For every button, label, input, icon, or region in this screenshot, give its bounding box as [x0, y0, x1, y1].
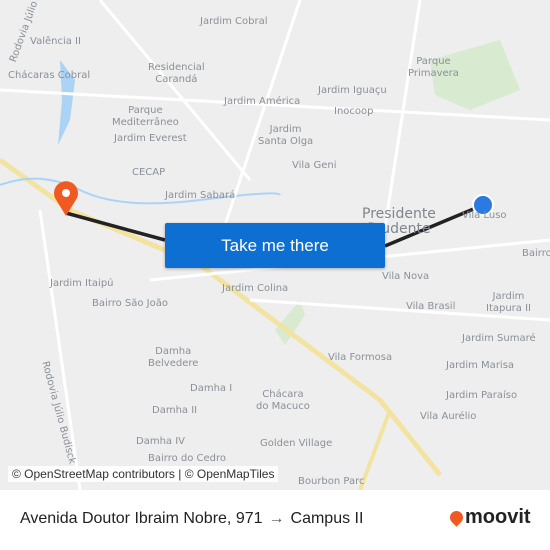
map-place-label: Jardim Sumaré: [462, 333, 536, 344]
moovit-logo: moovit: [447, 506, 531, 529]
map-place-label: Vila Geni: [292, 160, 337, 171]
destination-text: Campus II: [290, 510, 364, 527]
map-place-label: Jardim Itapura II: [486, 291, 531, 314]
map-place-label: Parque Mediterrâneo: [112, 105, 179, 128]
map-place-label: Damha IV: [136, 436, 186, 447]
map-place-label: Inocoop: [334, 106, 374, 117]
map-place-label: Jardim Itaipú: [50, 278, 114, 289]
map-place-label: Vila Formosa: [328, 352, 393, 363]
map-place-label: Chácaras Cobral: [8, 70, 91, 81]
map-place-label: Jardim Iguaçu: [318, 85, 387, 96]
map-place-label: Vila Brasil: [406, 301, 456, 312]
map-place-label: Jardim Colina: [222, 283, 289, 294]
map-place-label: Jardim Everest: [114, 133, 187, 144]
map-place-label: Bairro São João: [92, 298, 168, 309]
map-place-label: Jardim Paraíso: [446, 390, 518, 401]
map-place-label: Golden Village: [260, 438, 333, 449]
map-place-label: Bairro: [522, 248, 550, 259]
map-place-label: Vila Luso: [462, 210, 507, 221]
map-place-label: Jardim Sabará: [165, 190, 236, 201]
map-place-label: Damha I: [190, 383, 233, 394]
map-place-label: Parque Primavera: [408, 56, 459, 79]
map-place-label: Vila Aurélio: [420, 411, 477, 422]
map-attribution[interactable]: © OpenStreetMap contributors | © OpenMap…: [8, 466, 279, 482]
route-summary: Avenida Doutor Ibraim Nobre, 971 → Campu…: [20, 510, 363, 528]
map-place-label: Vila Nova: [382, 271, 430, 282]
map-place-label: CECAP: [132, 167, 166, 178]
origin-text: Avenida Doutor Ibraim Nobre, 971: [20, 510, 263, 527]
moovit-pin-icon: [447, 508, 466, 527]
map-place-label: Damha II: [152, 405, 198, 416]
map-place-label: Jardim Cobral: [200, 16, 268, 27]
map-place-label: Residencial Carandá: [148, 62, 205, 85]
map-place-label: Bairro do Cedro: [148, 453, 227, 464]
map-place-label: Valência II: [30, 36, 81, 47]
map-place-label: Jardim Santa Olga: [258, 124, 314, 147]
map-place-label: Chácara do Macuco: [256, 389, 310, 412]
map-place-label: Bourbon Parc: [298, 476, 365, 487]
arrow-right-icon: →: [268, 510, 285, 527]
take-me-there-button[interactable]: Take me there: [165, 223, 385, 268]
map-place-label: Jardim América: [224, 96, 301, 107]
map-place-label: Jardim Marisa: [446, 360, 515, 371]
map-place-label: Damha Belvedere: [148, 346, 199, 369]
